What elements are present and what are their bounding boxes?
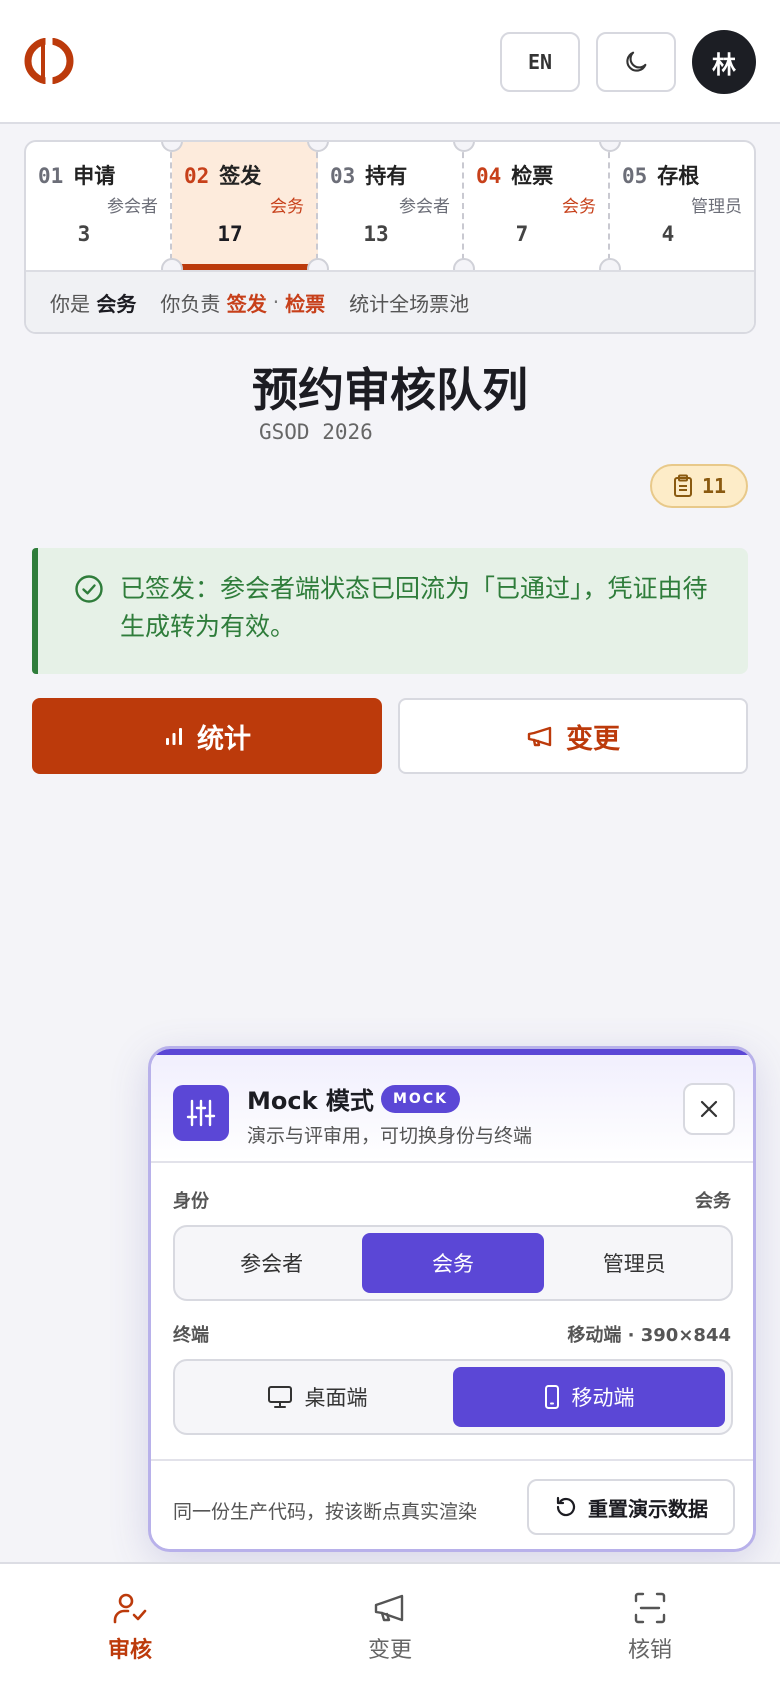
- user-check-icon: [113, 1593, 147, 1624]
- queue-count-badge[interactable]: 11: [650, 464, 748, 508]
- bottom-navigation: 审核 变更 核销: [0, 1562, 780, 1688]
- moon-icon: [626, 51, 647, 72]
- identity-option-admin[interactable]: 管理员: [544, 1233, 725, 1293]
- stage-apply[interactable]: 01 申请 参会者 3: [26, 142, 172, 270]
- nav-item-change[interactable]: 变更: [260, 1564, 520, 1688]
- change-button-label: 变更: [566, 723, 620, 755]
- nav-item-review[interactable]: 审核: [0, 1564, 260, 1688]
- nav-item-verify[interactable]: 核销: [520, 1564, 780, 1688]
- ticket-pipeline-card: 01 申请 参会者 3 02 签发 会务 17 03 持有 参会者 13 04 检票 会…: [24, 140, 756, 334]
- language-toggle-button[interactable]: EN: [500, 32, 580, 92]
- stage-name: 签发: [219, 164, 262, 188]
- stage-role: 会务: [270, 197, 304, 217]
- scan-icon: [634, 1592, 666, 1624]
- mock-panel-description: 演示与评审用，可切换身份与终端: [247, 1125, 533, 1147]
- alert-message: 已签发：参会者端状态已回流为「已通过」，凭证由待生成转为有效。: [120, 574, 708, 641]
- check-circle-icon: [75, 575, 103, 603]
- theme-toggle-button[interactable]: [596, 32, 676, 92]
- stage-name: 申请: [73, 164, 116, 188]
- page-subtitle: GSOD 2026: [259, 420, 373, 444]
- stage-count: 13: [363, 222, 389, 246]
- terminal-option-desktop-label: 桌面端: [304, 1386, 368, 1410]
- reset-demo-data-button[interactable]: 重置演示数据: [527, 1479, 735, 1535]
- stage-number: 05: [622, 164, 648, 188]
- stage-issue[interactable]: 02 签发 会务 17: [172, 142, 318, 270]
- terminal-option-mobile-label: 移动端: [571, 1386, 635, 1410]
- bar-chart-icon: [166, 728, 182, 745]
- mock-panel-title: Mock 模式: [247, 1087, 374, 1115]
- nav-label: 核销: [627, 1638, 672, 1663]
- stage-number: 01: [38, 164, 64, 188]
- close-icon: [700, 1100, 718, 1118]
- app-logo-icon[interactable]: [24, 38, 74, 84]
- pipeline-stages: 01 申请 参会者 3 02 签发 会务 17 03 持有 参会者 13 04 检票 会…: [26, 142, 754, 270]
- mock-panel-footer: 同一份生产代码，按该断点真实渲染 重置演示数据: [151, 1459, 753, 1549]
- stage-hold[interactable]: 03 持有 参会者 13: [318, 142, 464, 270]
- duty-check: 检票: [285, 291, 326, 316]
- stats-button-label: 统计: [197, 723, 251, 755]
- sliders-icon: [173, 1085, 229, 1141]
- identity-segmented-control: 参会者 会务 管理员: [173, 1225, 733, 1301]
- stage-stub[interactable]: 05 存根 管理员 4: [610, 142, 754, 270]
- reset-button-label: 重置演示数据: [588, 1496, 708, 1521]
- stage-name: 持有: [365, 164, 408, 188]
- monitor-icon: [267, 1386, 292, 1408]
- mock-close-button[interactable]: [683, 1083, 735, 1135]
- mock-mode-panel: Mock 模式 MOCK 演示与评审用，可切换身份与终端 身份 会务 参会者 会…: [148, 1046, 756, 1552]
- responsible-label: 你负责: [160, 291, 221, 316]
- mock-footer-note: 同一份生产代码，按该断点真实渲染: [173, 1501, 478, 1523]
- stage-check[interactable]: 04 检票 会务 7: [464, 142, 610, 270]
- pipeline-role-summary: 你是 会务 你负责 签发 · 检票 统计全场票池: [26, 270, 754, 332]
- megaphone-icon: [374, 1594, 404, 1622]
- change-button[interactable]: 变更: [398, 698, 748, 774]
- smartphone-icon: [544, 1385, 559, 1409]
- reset-icon: [556, 1496, 576, 1517]
- stage-role: 参会者: [399, 197, 450, 217]
- terminal-label: 终端: [173, 1325, 209, 1346]
- stage-count: 3: [77, 222, 91, 246]
- terminal-option-mobile[interactable]: 移动端: [453, 1367, 725, 1427]
- terminal-value: 移动端 · 390×844: [567, 1325, 731, 1346]
- stage-count: 4: [661, 222, 675, 246]
- stage-number: 03: [330, 164, 356, 188]
- terminal-option-desktop[interactable]: 桌面端: [181, 1367, 453, 1427]
- stats-note: 统计全场票池: [349, 291, 470, 316]
- clipboard-icon: [673, 474, 692, 497]
- nav-label: 变更: [367, 1638, 412, 1663]
- identity-option-staff[interactable]: 会务: [362, 1233, 544, 1293]
- current-role: 会务: [96, 291, 137, 316]
- success-alert: 已签发：参会者端状态已回流为「已通过」，凭证由待生成转为有效。: [32, 548, 748, 674]
- stage-name: 存根: [657, 164, 700, 188]
- mock-tag-badge: MOCK: [381, 1085, 460, 1113]
- queue-count: 11: [701, 474, 727, 498]
- terminal-segmented-control: 桌面端 移动端: [173, 1359, 733, 1435]
- stage-role: 参会者: [107, 197, 158, 217]
- stage-number: 04: [476, 164, 502, 188]
- stage-name: 检票: [511, 164, 554, 188]
- user-avatar[interactable]: 林: [692, 30, 756, 94]
- mock-panel-header: Mock 模式 MOCK 演示与评审用，可切换身份与终端: [151, 1055, 753, 1163]
- you-are-label: 你是: [50, 291, 90, 316]
- identity-option-attendee[interactable]: 参会者: [181, 1233, 362, 1293]
- nav-label: 审核: [107, 1638, 152, 1663]
- megaphone-icon: [527, 726, 552, 747]
- identity-label: 身份: [173, 1191, 209, 1212]
- stage-role: 会务: [562, 197, 596, 217]
- stage-count: 7: [515, 222, 529, 246]
- stats-button[interactable]: 统计: [32, 698, 382, 774]
- page-title: 预约审核队列: [252, 363, 528, 417]
- stage-role: 管理员: [691, 197, 742, 217]
- duty-separator: ·: [272, 290, 280, 314]
- app-header: EN 林: [0, 0, 780, 124]
- identity-value: 会务: [695, 1191, 731, 1212]
- stage-count: 17: [217, 222, 243, 246]
- stage-number: 02: [184, 164, 210, 188]
- duty-issue: 签发: [226, 291, 267, 316]
